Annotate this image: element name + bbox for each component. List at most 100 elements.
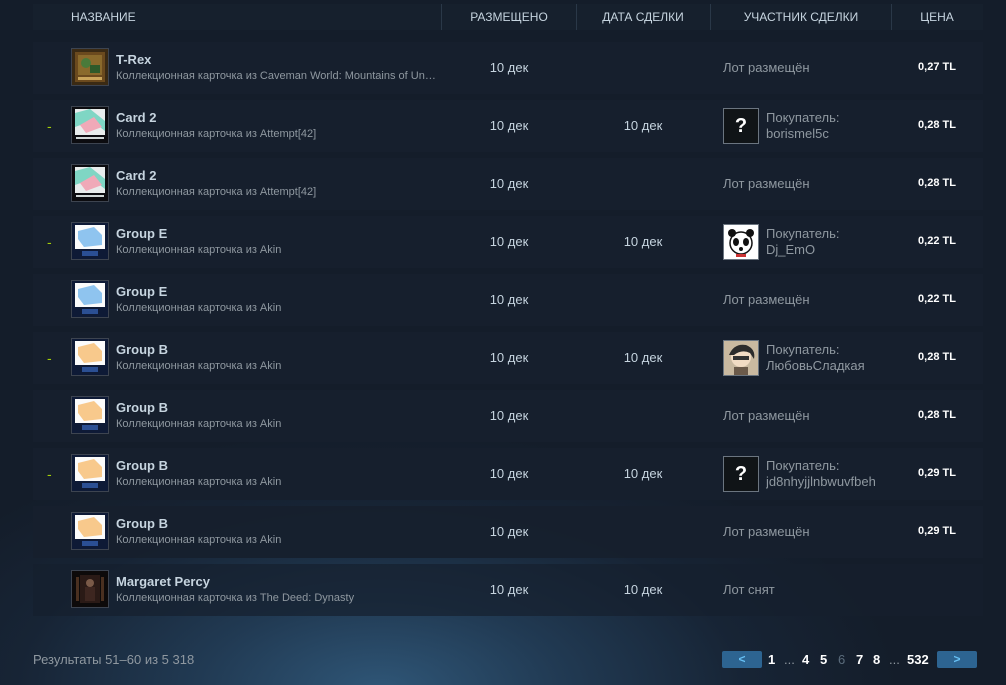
item-name[interactable]: T-Rex: [116, 52, 151, 67]
buyer-name[interactable]: ЛюбовьСладкая: [766, 358, 884, 373]
results-count: Результаты 51–60 из 5 318: [33, 652, 195, 667]
buyer-name[interactable]: borismel5c: [766, 126, 884, 141]
column-header-price: ЦЕНА: [920, 10, 954, 24]
table-row[interactable]: - Group B Коллекционная карточка из Akin 10…: [33, 332, 983, 384]
buyer-label: Покупатель:: [766, 110, 840, 125]
table-row[interactable]: - Group B Коллекционная карточка из Akin 10…: [33, 448, 983, 500]
item-game: Коллекционная карточка из Attempt[42]: [116, 186, 317, 198]
unknown-avatar-icon: ?: [724, 109, 758, 143]
page-link-1[interactable]: 1: [768, 652, 775, 667]
item-name[interactable]: Margaret Percy: [116, 574, 210, 589]
card-thumbnail-icon[interactable]: [71, 512, 109, 550]
card-thumbnail-icon[interactable]: [71, 48, 109, 86]
card-thumbnail-icon[interactable]: [71, 164, 109, 202]
buyer-name[interactable]: Dj_EmO: [766, 242, 884, 257]
item-name[interactable]: Group E: [116, 226, 167, 241]
table-row[interactable]: T-Rex Коллекционная карточка из Caveman W…: [33, 42, 983, 94]
listed-date: 10 дек: [489, 524, 529, 539]
item-name[interactable]: Card 2: [116, 168, 156, 183]
listed-date: 10 дек: [489, 408, 529, 423]
unknown-avatar-icon: ?: [724, 457, 758, 491]
outcome-dash: -: [47, 118, 52, 134]
buyer-label: Покупатель:: [766, 226, 840, 241]
prev-page-button[interactable]: <: [722, 651, 762, 668]
buyer-avatar[interactable]: [723, 340, 759, 376]
item-game: Коллекционная карточка из Akin: [116, 360, 282, 372]
outcome-dash: -: [47, 350, 52, 366]
item-price: 0,28 TL: [918, 351, 956, 363]
card-thumbnail-icon[interactable]: [71, 280, 109, 318]
listing-status: Лот размещён: [723, 176, 810, 191]
next-page-button[interactable]: >: [937, 651, 977, 668]
page-link-7[interactable]: 7: [856, 652, 863, 667]
table-row[interactable]: Margaret Percy Коллекционная карточка из …: [33, 564, 983, 616]
item-name[interactable]: Group B: [116, 342, 168, 357]
item-price: 0,28 TL: [918, 177, 956, 189]
item-game: Коллекционная карточка из Attempt[42]: [116, 128, 317, 140]
listed-date: 10 дек: [489, 60, 529, 75]
item-game: Коллекционная карточка из Akin: [116, 302, 282, 314]
item-game: Коллекционная карточка из The Deed: Dyna…: [116, 592, 355, 604]
listed-date: 10 дек: [489, 292, 529, 307]
acted-date: 10 дек: [623, 234, 663, 249]
listing-status: Лот снят: [723, 582, 775, 597]
column-divider: [441, 4, 442, 30]
item-price: 0,27 TL: [918, 61, 956, 73]
card-thumbnail-icon[interactable]: [71, 396, 109, 434]
page-link-5[interactable]: 5: [820, 652, 827, 667]
item-price: 0,22 TL: [918, 235, 956, 247]
listing-status: Лот размещён: [723, 292, 810, 307]
page-current-6: 6: [838, 652, 846, 667]
buyer-name[interactable]: jd8nhyjjlnbwuvfbeh: [766, 474, 884, 489]
table-row[interactable]: Group B Коллекционная карточка из Akin 10 …: [33, 506, 983, 558]
item-name[interactable]: Group E: [116, 284, 167, 299]
acted-date: 10 дек: [623, 118, 663, 133]
buyer-avatar[interactable]: [723, 224, 759, 260]
card-thumbnail-icon[interactable]: [71, 454, 109, 492]
page-ellipsis: ...: [784, 652, 795, 667]
listing-status: Лот размещён: [723, 60, 810, 75]
column-header-acted: ДАТА СДЕЛКИ: [602, 10, 684, 24]
buyer-avatar[interactable]: ?: [723, 456, 759, 492]
item-game: Коллекционная карточка из Akin: [116, 476, 282, 488]
column-header-listed: РАЗМЕЩЕНО: [470, 10, 548, 24]
acted-date: 10 дек: [623, 466, 663, 481]
page-link-532[interactable]: 532: [907, 652, 929, 667]
item-name[interactable]: Group B: [116, 516, 168, 531]
item-price: 0,29 TL: [918, 467, 956, 479]
item-game: Коллекционная карточка из Akin: [116, 244, 282, 256]
outcome-dash: -: [47, 234, 52, 250]
page-link-8[interactable]: 8: [873, 652, 880, 667]
column-header-name: НАЗВАНИЕ: [71, 10, 136, 24]
listing-status: Лот размещён: [723, 408, 810, 423]
item-price: 0,28 TL: [918, 409, 956, 421]
outcome-dash: -: [47, 466, 52, 482]
card-thumbnail-icon[interactable]: [71, 338, 109, 376]
listed-date: 10 дек: [489, 466, 529, 481]
item-name[interactable]: Group B: [116, 458, 168, 473]
item-game: Коллекционная карточка из Caveman World:…: [116, 70, 441, 82]
listing-status: Лот размещён: [723, 524, 810, 539]
table-row[interactable]: - Group E Коллекционная карточка из Akin 10…: [33, 216, 983, 268]
listed-date: 10 дек: [489, 582, 529, 597]
listed-date: 10 дек: [489, 234, 529, 249]
acted-date: 10 дек: [623, 350, 663, 365]
page-ellipsis: ...: [889, 652, 900, 667]
table-header: НАЗВАНИЕ РАЗМЕЩЕНО ДАТА СДЕЛКИ УЧАСТНИК …: [33, 4, 983, 30]
table-row[interactable]: Group B Коллекционная карточка из Akin 10 …: [33, 390, 983, 442]
table-row[interactable]: Group E Коллекционная карточка из Akin 10 …: [33, 274, 983, 326]
item-name[interactable]: Group B: [116, 400, 168, 415]
table-row[interactable]: Card 2 Коллекционная карточка из Attempt[…: [33, 158, 983, 210]
card-thumbnail-icon[interactable]: [71, 570, 109, 608]
card-thumbnail-icon[interactable]: [71, 222, 109, 260]
card-thumbnail-icon[interactable]: [71, 106, 109, 144]
item-name[interactable]: Card 2: [116, 110, 156, 125]
table-row[interactable]: - Card 2 Коллекционная карточка из Attempt…: [33, 100, 983, 152]
item-game: Коллекционная карточка из Akin: [116, 534, 282, 546]
buyer-label: Покупатель:: [766, 342, 840, 357]
item-game: Коллекционная карточка из Akin: [116, 418, 282, 430]
buyer-label: Покупатель:: [766, 458, 840, 473]
page-link-4[interactable]: 4: [802, 652, 809, 667]
buyer-avatar[interactable]: ?: [723, 108, 759, 144]
item-price: 0,28 TL: [918, 119, 956, 131]
